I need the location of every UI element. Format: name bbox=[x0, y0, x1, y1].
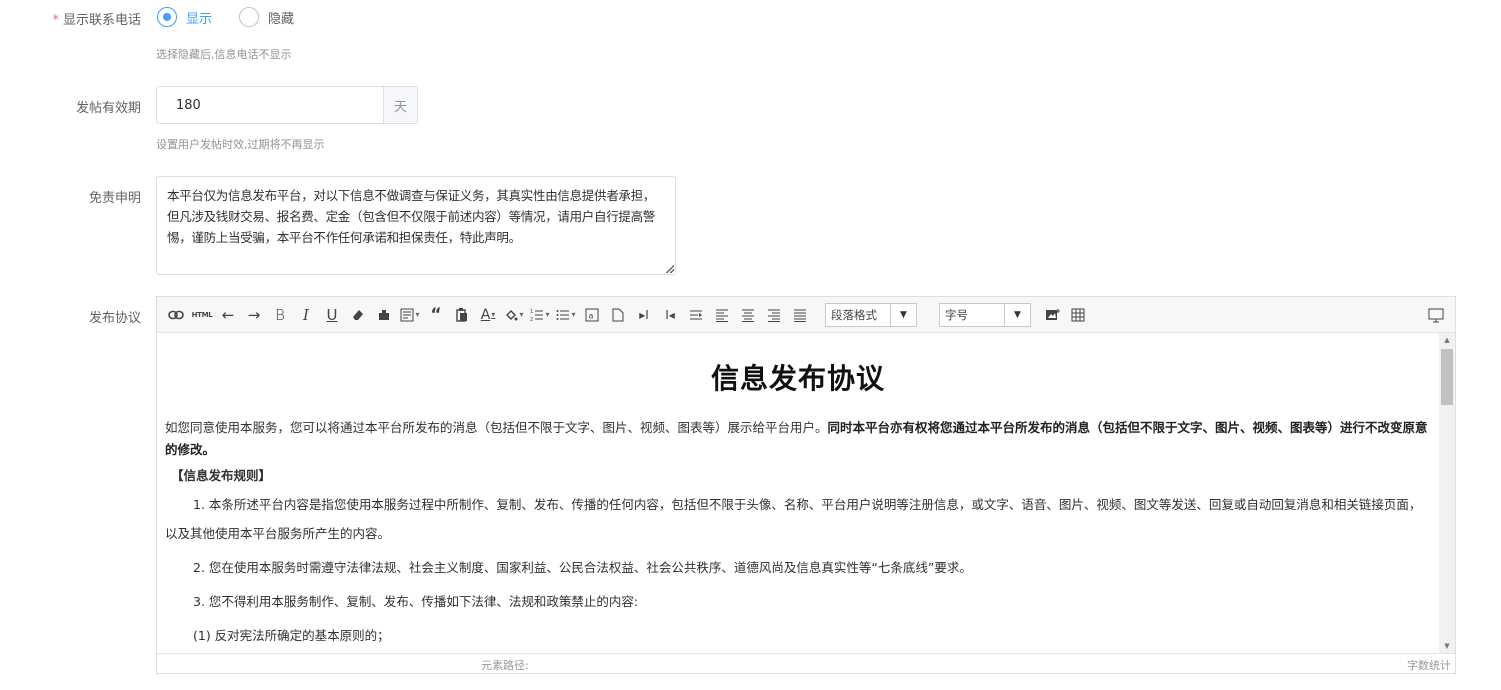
font-size-value: 字号 bbox=[945, 307, 968, 322]
radio-circle-icon bbox=[239, 7, 259, 27]
editor-scrollbar[interactable]: ▲ ▼ bbox=[1439, 333, 1455, 653]
svg-text:2: 2 bbox=[530, 317, 533, 322]
paragraph-format-select[interactable]: 段落格式 ▼ bbox=[825, 302, 917, 327]
outdent-icon[interactable]: I◂ bbox=[657, 303, 683, 327]
link-icon[interactable] bbox=[163, 303, 189, 327]
disclaimer-textarea[interactable]: 本平台仅为信息发布平台，对以下信息不做调查与保证义务，其真实性由信息提供者承担，… bbox=[156, 176, 676, 275]
align-right-icon[interactable] bbox=[761, 303, 787, 327]
agreement-title: 信息发布协议 bbox=[710, 362, 885, 395]
post-validity-group: 天 bbox=[156, 86, 418, 124]
word-count-label: 字数统计 bbox=[1407, 659, 1451, 672]
align-justify-icon[interactable] bbox=[787, 303, 813, 327]
editor-toolbar: HTML ← → B I U ▾ “ A ▾ ▾ 1 2 ▾ ▾ a ▸I I◂… bbox=[157, 297, 1455, 333]
chevron-down-icon: ▼ bbox=[890, 303, 916, 326]
rule-paragraph: 2. 您在使用本服务时需遵守法律法规、社会主义制度、国家利益、公民合法权益、社会… bbox=[193, 560, 972, 575]
align-center-icon[interactable] bbox=[735, 303, 761, 327]
radio-hide-label: 隐藏 bbox=[268, 11, 295, 27]
phone-display-label: * 显示联系电话 bbox=[52, 9, 141, 28]
radio-show[interactable]: 显示 bbox=[157, 7, 212, 27]
redo-icon[interactable]: → bbox=[241, 303, 267, 327]
chevron-down-icon: ▼ bbox=[1004, 303, 1030, 326]
agreement-label: 发布协议 bbox=[88, 311, 141, 326]
phone-display-label-text: 显示联系电话 bbox=[62, 13, 141, 28]
rule-paragraph: 1. 本条所述平台内容是指您使用本服务过程中所制作、复制、发布、传播的任何内容，… bbox=[165, 497, 1422, 541]
unordered-list-icon[interactable]: ▾ bbox=[553, 303, 579, 327]
intro-plain-text: 如您同意使用本服务，您可以将通过本平台所发布的消息（包括但不限于文字、图片、视频… bbox=[165, 420, 828, 435]
phone-display-hint: 选择隐藏后,信息电话不显示 bbox=[156, 48, 292, 61]
italic-icon[interactable]: I bbox=[293, 303, 319, 327]
blockquote-icon[interactable]: “ bbox=[423, 303, 449, 327]
rule-paragraph: (1) 反对宪法所确定的基本原则的； bbox=[193, 628, 390, 643]
svg-text:a: a bbox=[589, 311, 594, 320]
align-left-icon[interactable] bbox=[709, 303, 735, 327]
post-validity-unit: 天 bbox=[383, 87, 417, 123]
undo-icon[interactable]: ← bbox=[215, 303, 241, 327]
disclaimer-label: 免责申明 bbox=[88, 191, 141, 206]
radio-hide[interactable]: 隐藏 bbox=[239, 7, 294, 27]
html-source-icon[interactable]: HTML bbox=[189, 303, 215, 327]
editor-statusbar: 元素路径: 字数统计 bbox=[157, 653, 1455, 673]
editor-content[interactable]: 信息发布协议 如您同意使用本服务，您可以将通过本平台所发布的消息（包括但不限于文… bbox=[157, 333, 1439, 653]
insert-table-icon[interactable] bbox=[1065, 303, 1091, 327]
resize-handle-icon[interactable] bbox=[666, 265, 674, 273]
underline-icon[interactable]: U bbox=[319, 303, 345, 327]
paragraph-style-icon[interactable]: ▾ bbox=[397, 303, 423, 327]
fill-color-icon[interactable]: ▾ bbox=[501, 303, 527, 327]
font-size-select[interactable]: 字号 ▼ bbox=[939, 302, 1031, 327]
element-path-label: 元素路径: bbox=[481, 659, 529, 672]
rule-paragraph: 3. 您不得利用本服务制作、复制、发布、传播如下法律、法规和政策禁止的内容: bbox=[193, 594, 639, 609]
post-validity-label: 发帖有效期 bbox=[75, 101, 141, 116]
text-direction-icon[interactable] bbox=[683, 303, 709, 327]
scroll-down-icon[interactable]: ▼ bbox=[1439, 639, 1455, 653]
rule-heading: 【信息发布规则】 bbox=[171, 468, 272, 483]
post-validity-input[interactable] bbox=[157, 87, 383, 123]
bold-icon[interactable]: B bbox=[267, 303, 293, 327]
eraser-icon[interactable] bbox=[345, 303, 371, 327]
post-validity-hint: 设置用户发帖时效,过期将不再显示 bbox=[156, 138, 325, 151]
ordered-list-icon[interactable]: 1 2 ▾ bbox=[527, 303, 553, 327]
agreement-intro: 如您同意使用本服务，您可以将通过本平台所发布的消息（包括但不限于文字、图片、视频… bbox=[165, 417, 1431, 461]
paste-icon[interactable] bbox=[449, 303, 475, 327]
radio-show-label: 显示 bbox=[186, 11, 213, 27]
paragraph-format-value: 段落格式 bbox=[831, 307, 877, 322]
indent-icon[interactable]: ▸I bbox=[631, 303, 657, 327]
scroll-up-icon[interactable]: ▲ bbox=[1439, 333, 1455, 347]
scrollbar-thumb[interactable] bbox=[1441, 349, 1453, 405]
font-color-icon[interactable]: A ▾ bbox=[475, 303, 501, 327]
radio-circle-checked-icon bbox=[157, 7, 177, 27]
svg-text:1: 1 bbox=[530, 309, 533, 315]
border-icon[interactable]: a bbox=[579, 303, 605, 327]
page-break-icon[interactable] bbox=[605, 303, 631, 327]
rich-text-editor: HTML ← → B I U ▾ “ A ▾ ▾ 1 2 ▾ ▾ a ▸I I◂… bbox=[156, 296, 1456, 674]
required-mark: * bbox=[52, 13, 59, 28]
format-painter-icon[interactable] bbox=[371, 303, 397, 327]
disclaimer-text: 本平台仅为信息发布平台，对以下信息不做调查与保证义务，其真实性由信息提供者承担，… bbox=[167, 188, 656, 245]
fullscreen-icon[interactable] bbox=[1423, 303, 1449, 327]
insert-image-icon[interactable] bbox=[1039, 303, 1065, 327]
